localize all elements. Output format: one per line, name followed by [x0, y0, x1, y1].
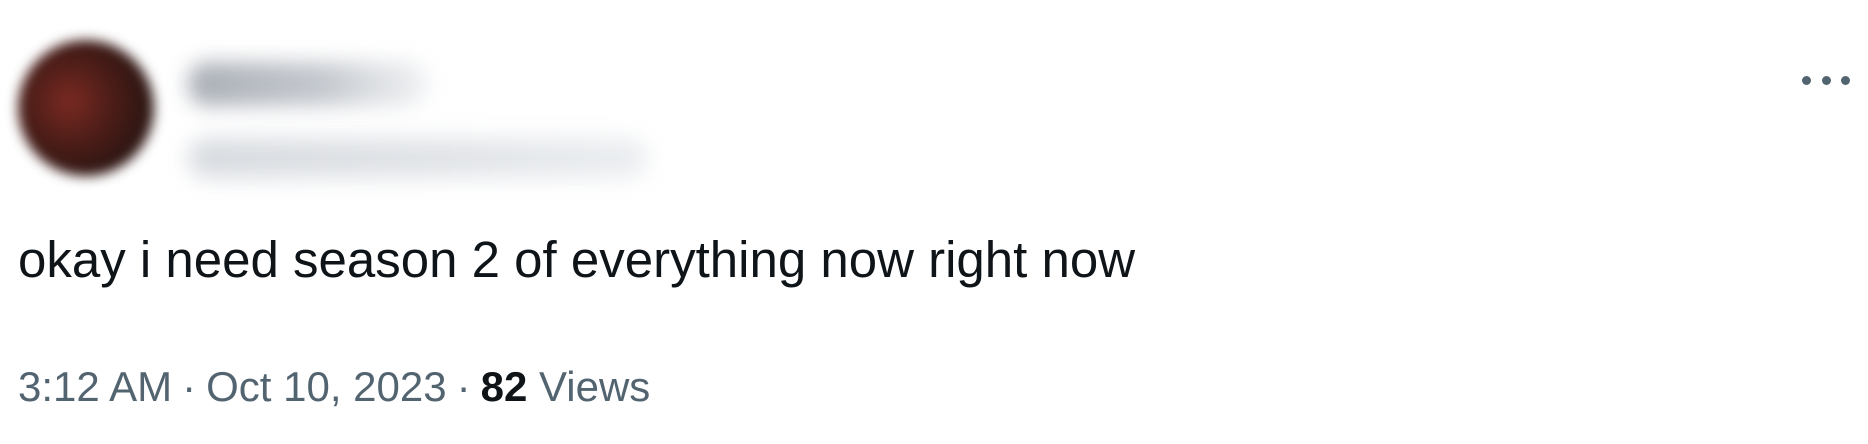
views-count: 82: [480, 363, 528, 410]
tweet-metadata: 3:12 AM · Oct 10, 2023 · 82 Views: [18, 362, 650, 412]
views[interactable]: 82 Views: [481, 363, 651, 410]
tweet-text: okay i need season 2 of everything now r…: [18, 231, 1136, 288]
separator: ·: [182, 363, 197, 410]
tweet-timestamp[interactable]: 3:12 AM · Oct 10, 2023: [18, 363, 447, 410]
dot: [1802, 75, 1811, 85]
avatar[interactable]: [18, 40, 154, 176]
dot: [1841, 75, 1850, 85]
author-handle[interactable]: [188, 138, 648, 178]
tweet-header: [18, 40, 1818, 180]
author-display-name[interactable]: [188, 62, 428, 106]
tweet-time: 3:12 AM: [18, 363, 173, 410]
tweet-card: okay i need season 2 of everything now r…: [0, 0, 1868, 444]
more-options-icon[interactable]: [1802, 70, 1850, 90]
dot: [1821, 75, 1831, 85]
separator: ·: [456, 363, 471, 410]
views-label: Views: [539, 363, 651, 410]
tweet-date: Oct 10, 2023: [206, 363, 447, 410]
